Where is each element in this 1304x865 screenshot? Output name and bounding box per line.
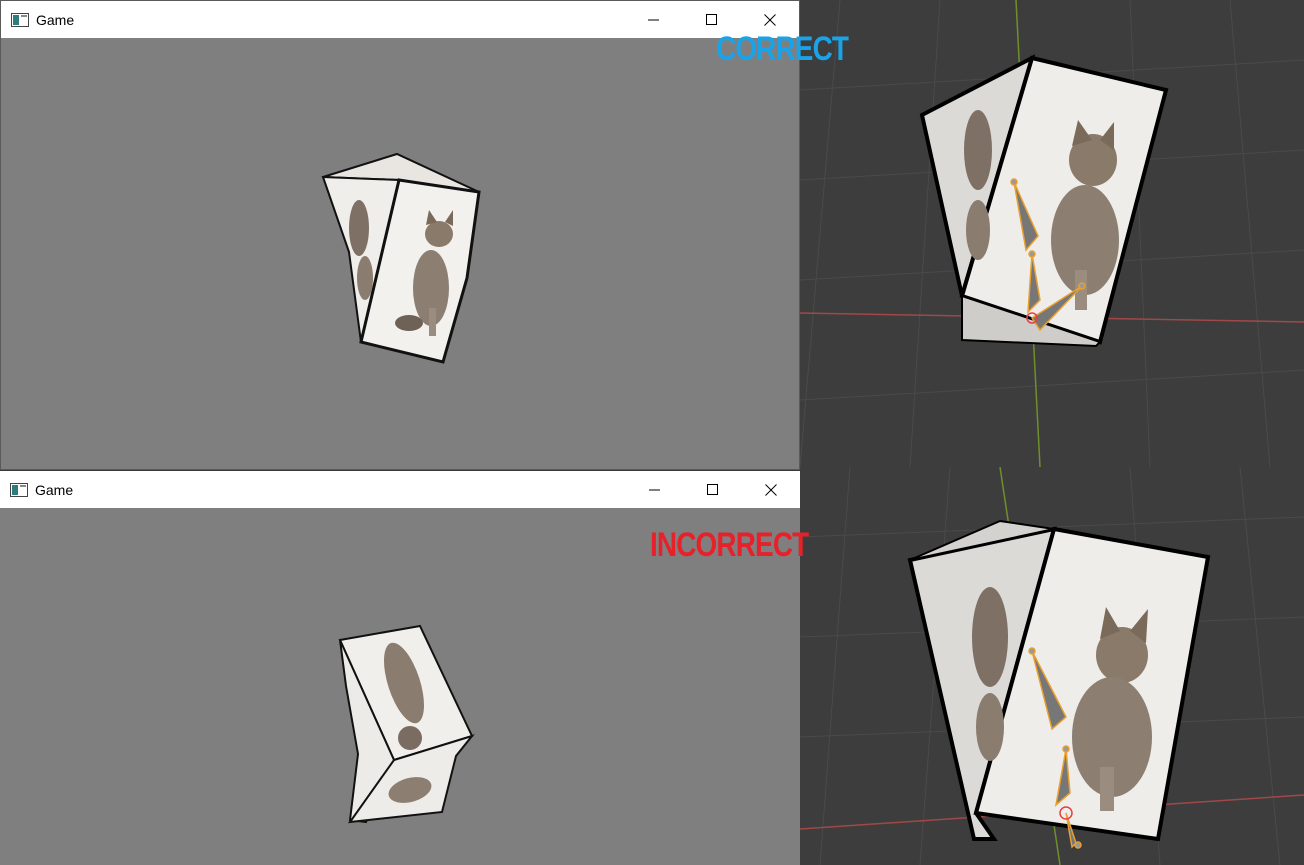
close-icon — [764, 13, 776, 26]
minimize-icon — [649, 489, 660, 490]
correct-label: CORRECT — [716, 30, 849, 68]
incorrect-label: INCORRECT — [650, 526, 809, 564]
game-viewport[interactable] — [1, 38, 799, 469]
app-window-icon — [11, 12, 29, 27]
blender-viewport-correct[interactable] — [800, 0, 1304, 467]
blender-scene — [800, 467, 1304, 865]
window-title: Game — [36, 11, 75, 28]
maximize-icon — [707, 483, 718, 495]
title-bar[interactable]: Game — [0, 471, 800, 508]
minimize-button[interactable] — [625, 1, 683, 38]
title-bar[interactable]: Game — [1, 1, 799, 38]
window-title: Game — [35, 481, 74, 498]
blender-viewport-incorrect[interactable] — [800, 467, 1304, 865]
rendered-cube-correct — [321, 152, 481, 364]
maximize-button[interactable] — [684, 471, 742, 508]
minimize-icon — [648, 19, 659, 20]
minimize-button[interactable] — [626, 471, 684, 508]
app-window-icon — [10, 482, 28, 497]
close-button[interactable] — [742, 471, 800, 508]
close-icon — [765, 483, 777, 496]
game-window-top: Game — [0, 0, 800, 470]
blender-scene — [800, 0, 1304, 467]
maximize-icon — [706, 13, 717, 25]
